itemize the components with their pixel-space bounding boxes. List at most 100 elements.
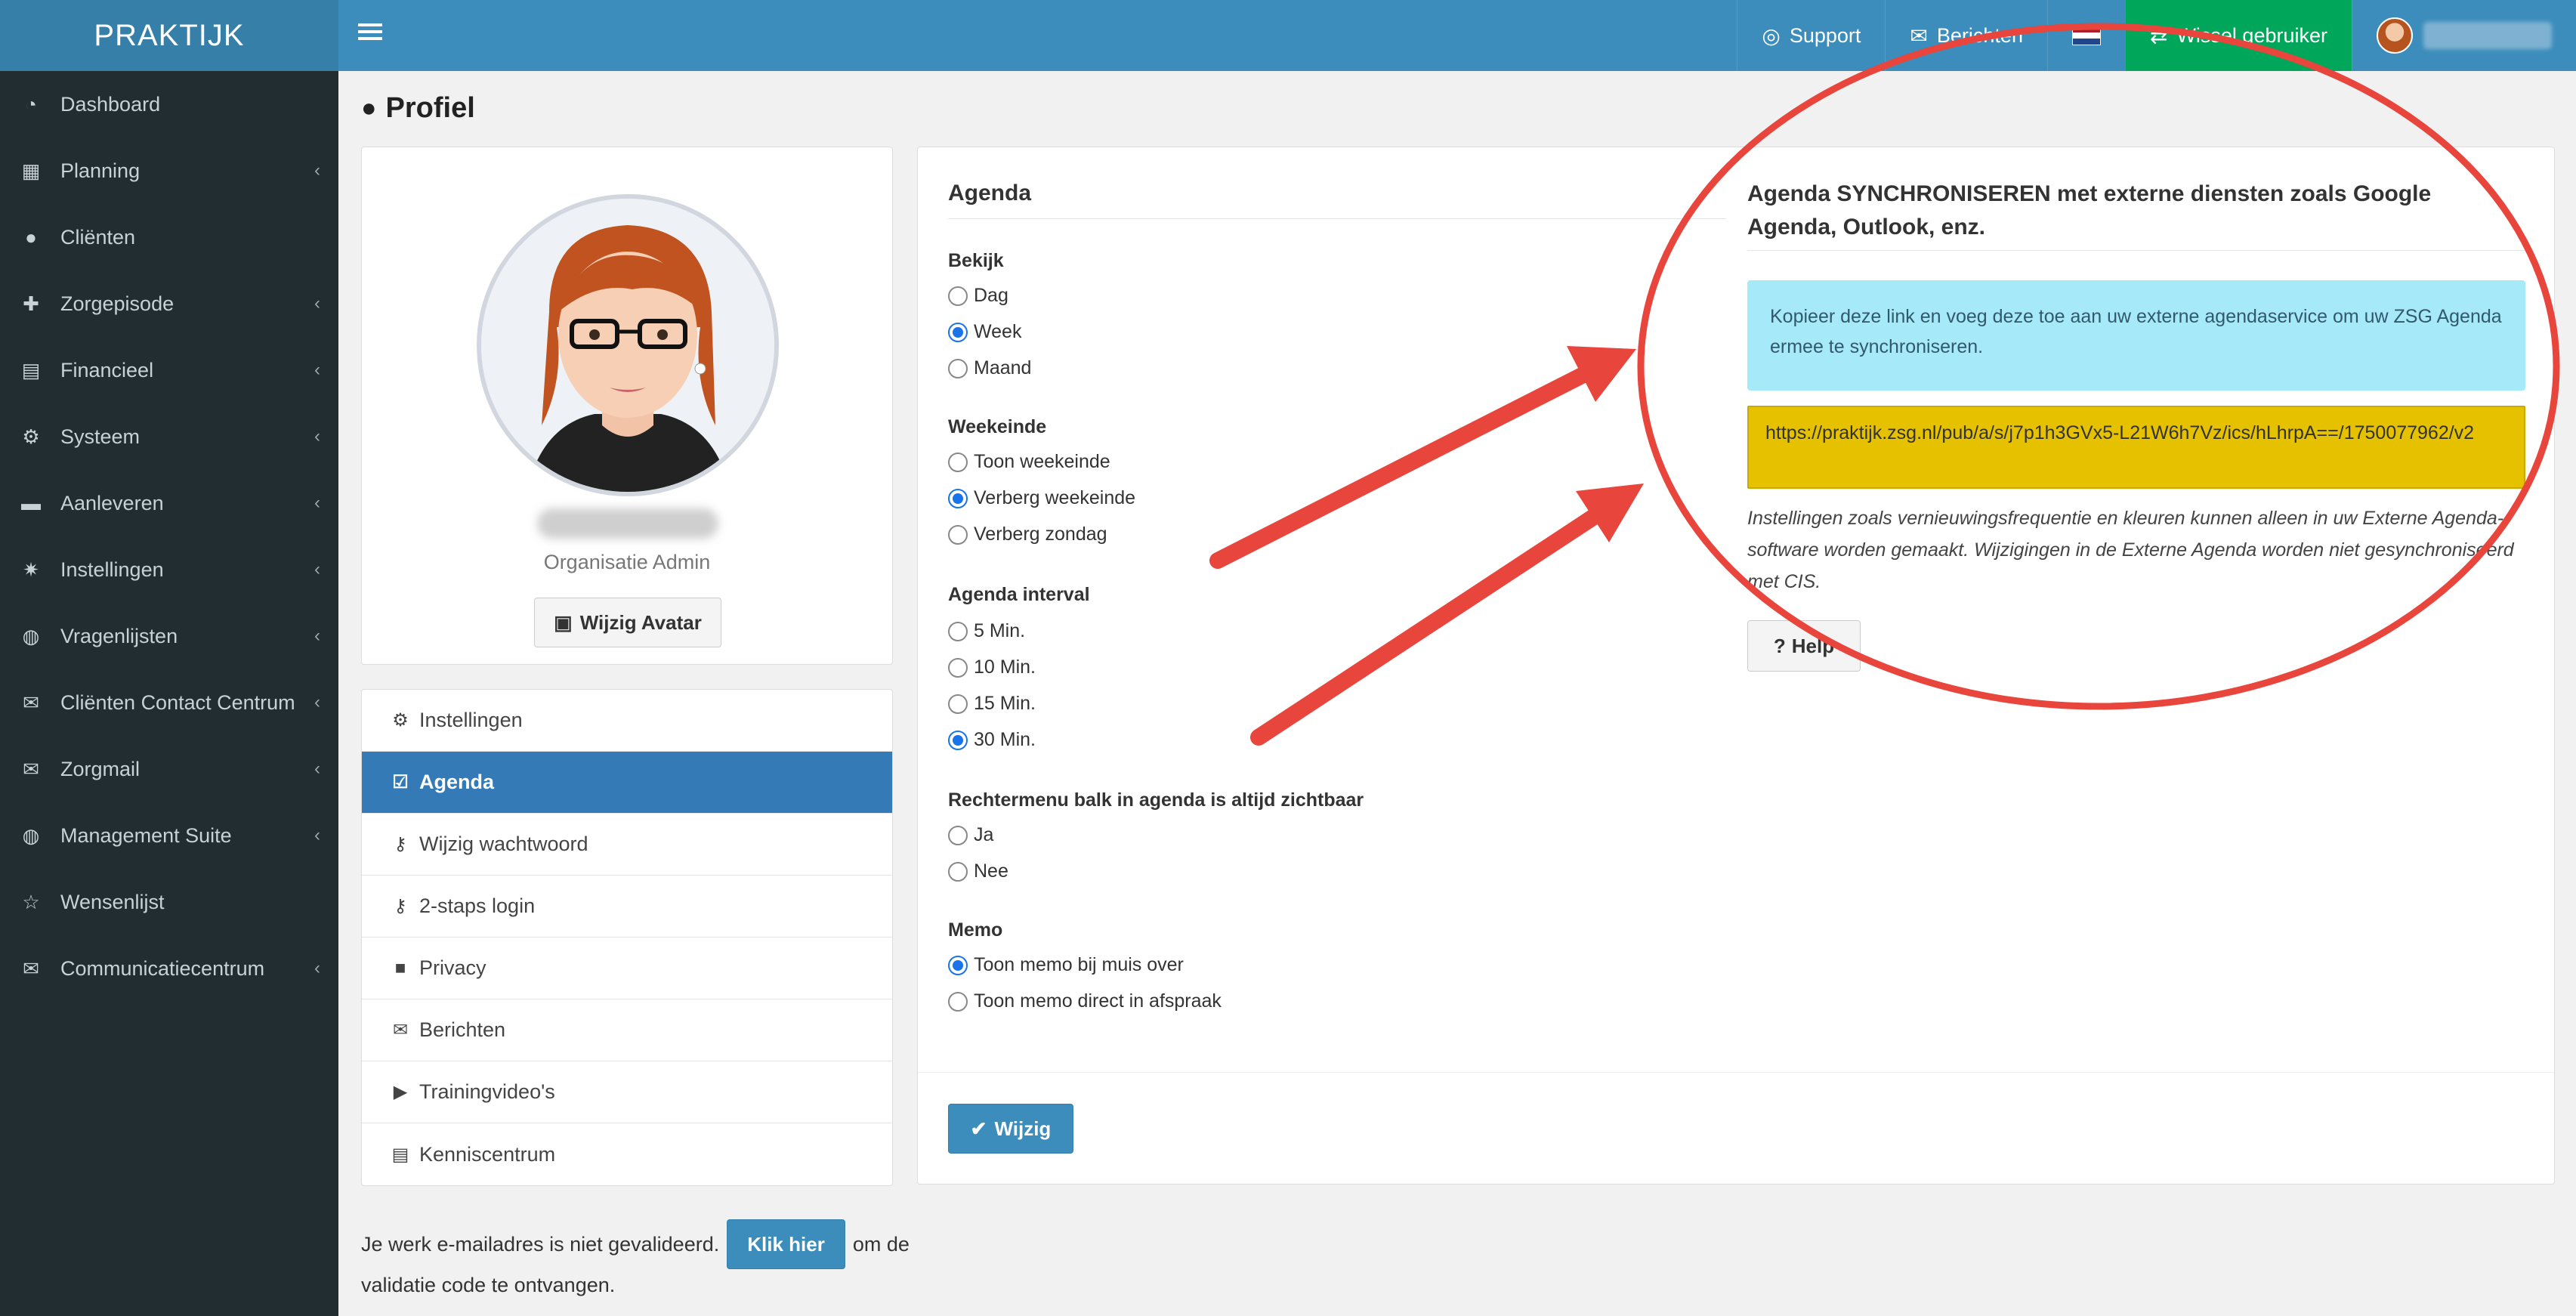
globe-icon: ◍ xyxy=(22,624,40,647)
sidebar-item-label: Financieel xyxy=(60,358,154,382)
chevron-left-icon: ‹ xyxy=(314,958,320,978)
radio-button-selected[interactable] xyxy=(948,730,968,750)
radio-bekijk-dag[interactable]: Dag xyxy=(948,285,1008,307)
radio-button[interactable] xyxy=(948,524,968,545)
user-menu[interactable] xyxy=(2352,0,2576,71)
submenu-item-agenda[interactable]: ☑ Agenda xyxy=(362,752,892,814)
profile-card: Organisatie Admin ▣ Wijzig Avatar xyxy=(361,147,893,665)
support-label: Support xyxy=(1789,23,1861,47)
validation-text-line2: validatie code te ontvangen. xyxy=(361,1274,616,1296)
radio-bekijk-maand[interactable]: Maand xyxy=(948,357,1031,379)
sidebar-item-label: Zorgmail xyxy=(60,757,141,780)
cogs-icon: ⚙ xyxy=(392,710,409,731)
sidebar-item-aanleveren[interactable]: ▬ Aanleveren ‹ xyxy=(0,470,338,536)
radio-button[interactable] xyxy=(948,621,968,641)
berichten-link[interactable]: ✉ Berichten xyxy=(1885,0,2047,71)
profile-submenu: ⚙ Instellingen ☑ Agenda ⚷ Wijzig wachtwo… xyxy=(361,689,893,1186)
sidebar-item-zorgepisode[interactable]: ✚ Zorgepisode ‹ xyxy=(0,270,338,337)
sidebar-item-clienten-contact-centrum[interactable]: ✉ Cliënten Contact Centrum ‹ xyxy=(0,669,338,736)
radio-button-selected[interactable] xyxy=(948,955,968,975)
sidebar-item-dashboard[interactable]: ◔ Dashboard xyxy=(0,71,338,137)
star-icon: ☆ xyxy=(22,890,40,913)
page-title-text: Profiel xyxy=(385,92,475,124)
wijzig-avatar-button[interactable]: ▣ Wijzig Avatar xyxy=(534,598,721,647)
globe-icon: ◍ xyxy=(22,823,40,847)
sidebar-item-clienten[interactable]: ● Cliënten xyxy=(0,204,338,270)
brand-logo[interactable]: PRAKTIJK xyxy=(0,0,338,71)
sidebar-item-instellingen[interactable]: ✷ Instellingen ‹ xyxy=(0,536,338,603)
calendar-check-icon: ☑ xyxy=(392,772,409,792)
sidebar-item-systeem[interactable]: ⚙ Systeem ‹ xyxy=(0,403,338,470)
radio-interval-30[interactable]: 30 Min. xyxy=(948,729,1036,751)
radio-interval-15[interactable]: 15 Min. xyxy=(948,693,1036,715)
sidebar-item-management-suite[interactable]: ◍ Management Suite ‹ xyxy=(0,802,338,869)
radio-toon-weekeinde[interactable]: Toon weekeinde xyxy=(948,451,1110,473)
radio-button[interactable] xyxy=(948,991,968,1012)
radio-button[interactable] xyxy=(948,694,968,714)
sidebar-item-financieel[interactable]: ▤ Financieel ‹ xyxy=(0,337,338,403)
profile-name-blurred xyxy=(537,508,718,539)
language-selector[interactable] xyxy=(2046,0,2125,71)
submenu-item-berichten[interactable]: ✉ Berichten xyxy=(362,999,892,1061)
radio-button-selected[interactable] xyxy=(948,322,968,342)
submenu-item-instellingen[interactable]: ⚙ Instellingen xyxy=(362,690,892,752)
medkit-icon: ✚ xyxy=(23,292,39,315)
truck-icon: ▬ xyxy=(21,491,41,514)
sidebar-item-planning[interactable]: ▦ Planning ‹ xyxy=(0,137,338,204)
sidebar-item-label: Communicatiecentrum xyxy=(60,956,265,980)
radio-rechtermenu-nee[interactable]: Nee xyxy=(948,860,1008,882)
radio-bekijk-week[interactable]: Week xyxy=(948,321,1021,343)
submenu-item-kenniscentrum[interactable]: ▤ Kenniscentrum xyxy=(362,1123,892,1185)
agenda-settings-panel: Agenda Bekijk Dag Week Maand Weekeinde T… xyxy=(917,147,2555,1185)
sync-url-textarea[interactable]: https://praktijk.zsg.nl/pub/a/s/j7p1h3GV… xyxy=(1747,406,2525,489)
radio-memo-direct[interactable]: Toon memo direct in afspraak xyxy=(948,990,1222,1012)
radio-verberg-weekeinde[interactable]: Verberg weekeinde xyxy=(948,487,1135,509)
gear-icon: ✷ xyxy=(23,558,39,581)
wissel-gebruiker-button[interactable]: ⇄ Wissel gebruiker xyxy=(2124,0,2352,71)
help-button[interactable]: ? Help xyxy=(1747,620,1861,672)
page-title: ● Profiel xyxy=(361,92,475,125)
radio-button[interactable] xyxy=(948,452,968,472)
submenu-item-trainingvideos[interactable]: ▶ Trainingvideo's xyxy=(362,1061,892,1123)
avatar xyxy=(2377,17,2413,54)
radio-verberg-zondag[interactable]: Verberg zondag xyxy=(948,524,1107,545)
radio-label: Toon weekeinde xyxy=(974,451,1110,472)
sidebar-item-wensenlijst[interactable]: ☆ Wensenlijst xyxy=(0,869,338,935)
navbar-right: ◎ Support ✉ Berichten ⇄ Wissel gebruiker xyxy=(1737,0,2576,71)
profile-role: Organisatie Admin xyxy=(543,551,711,573)
sidebar-item-label: Instellingen xyxy=(60,558,164,581)
radio-button[interactable] xyxy=(948,286,968,306)
avatar-illustration xyxy=(481,199,774,492)
radio-interval-5[interactable]: 5 Min. xyxy=(948,620,1025,642)
submenu-item-wijzig-wachtwoord[interactable]: ⚷ Wijzig wachtwoord xyxy=(362,814,892,876)
radio-button[interactable] xyxy=(948,825,968,845)
lock-icon: ■ xyxy=(394,957,406,978)
radio-memo-muis-over[interactable]: Toon memo bij muis over xyxy=(948,954,1184,976)
radio-button[interactable] xyxy=(948,657,968,678)
rechtermenu-label: Rechtermenu balk in agenda is altijd zic… xyxy=(948,789,1364,811)
submenu-item-privacy[interactable]: ■ Privacy xyxy=(362,938,892,999)
radio-interval-10[interactable]: 10 Min. xyxy=(948,656,1036,678)
radio-button[interactable] xyxy=(948,358,968,378)
radio-button[interactable] xyxy=(948,861,968,882)
calendar-icon: ▦ xyxy=(21,159,41,182)
chevron-left-icon: ‹ xyxy=(314,493,320,513)
klik-hier-button[interactable]: Klik hier xyxy=(727,1219,845,1269)
radio-rechtermenu-ja[interactable]: Ja xyxy=(948,824,993,846)
agenda-interval-label: Agenda interval xyxy=(948,584,1090,605)
chevron-left-icon: ‹ xyxy=(314,692,320,712)
sidebar-item-communicatiecentrum[interactable]: ✉ Communicatiecentrum ‹ xyxy=(0,935,338,1002)
dashboard-icon: ◔ xyxy=(25,92,37,116)
sidebar-item-zorgmail[interactable]: ✉ Zorgmail ‹ xyxy=(0,736,338,802)
chevron-left-icon: ‹ xyxy=(314,426,320,446)
sidebar-item-label: Vragenlijsten xyxy=(60,624,178,647)
submenu-item-2-staps-login[interactable]: ⚷ 2-staps login xyxy=(362,876,892,938)
support-link[interactable]: ◎ Support xyxy=(1737,0,1885,71)
radio-button-selected[interactable] xyxy=(948,488,968,508)
envelope-icon: ✉ xyxy=(392,1020,409,1040)
hamburger-menu-icon[interactable] xyxy=(358,20,382,50)
wijzig-submit-button[interactable]: ✔ Wijzig xyxy=(948,1104,1073,1154)
sidebar-item-vragenlijsten[interactable]: ◍ Vragenlijsten ‹ xyxy=(0,603,338,669)
sidebar-item-label: Cliënten xyxy=(60,225,136,249)
radio-label: Toon memo direct in afspraak xyxy=(974,990,1222,1012)
